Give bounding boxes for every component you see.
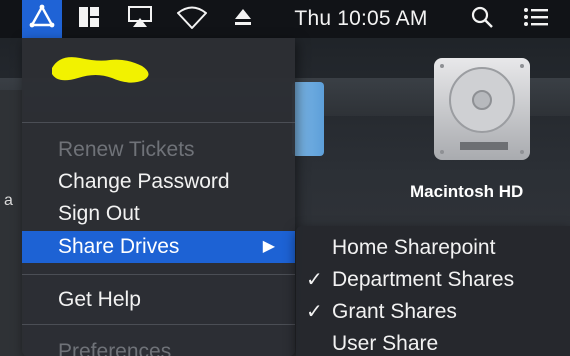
menu-item-renew-tickets: Renew Tickets — [58, 138, 195, 161]
list-icon — [523, 7, 549, 32]
drive-label: Macintosh HD — [410, 182, 524, 201]
eject-icon — [233, 7, 253, 32]
airplay-icon — [127, 5, 153, 34]
submenu-item-label: Department Shares — [332, 268, 515, 291]
notification-center-item[interactable] — [514, 0, 558, 38]
eject-status-item[interactable] — [226, 0, 260, 38]
checkmark-icon: ✓ — [306, 301, 323, 323]
menu-bar-clock[interactable]: Thu 10:05 AM — [278, 0, 444, 38]
checkmark-icon: ✓ — [306, 269, 323, 291]
submenu-item-home-sharepoint[interactable]: Home Sharepoint — [296, 232, 570, 264]
layout-grid-icon — [78, 6, 100, 33]
submenu-item-label: Grant Shares — [332, 300, 457, 323]
menu-item-preferences: Preferences — [58, 340, 172, 356]
app-status-item[interactable] — [22, 0, 62, 38]
hard-drive-icon — [434, 58, 530, 160]
menu-separator — [22, 122, 295, 123]
spotlight-status-item[interactable] — [462, 0, 502, 38]
partial-text: a — [4, 192, 13, 209]
share-drives-submenu: Home Sharepoint ✓ Department Shares ✓ Gr… — [296, 226, 570, 356]
menu-item-label: Share Drives — [58, 235, 180, 258]
menu-bar: Thu 10:05 AM — [0, 0, 570, 38]
redacted-username — [52, 57, 149, 83]
folder-icon[interactable] — [292, 82, 324, 156]
menu-separator — [22, 274, 295, 275]
menu-separator — [22, 324, 295, 325]
submenu-item-department-shares[interactable]: ✓ Department Shares — [296, 264, 570, 296]
app-triangle-icon — [29, 4, 55, 35]
submenu-arrow-icon: ▶ — [262, 238, 275, 255]
search-icon — [470, 5, 494, 34]
wifi-status-item[interactable] — [170, 0, 214, 38]
macintosh-hd-drive[interactable]: Macintosh HD — [404, 50, 554, 201]
background-window-edge: a — [0, 90, 24, 356]
menu-item-sign-out[interactable]: Sign Out — [22, 198, 295, 230]
airplay-status-item[interactable] — [120, 0, 160, 38]
menu-item-share-drives[interactable]: Share Drives ▶ — [22, 231, 295, 263]
submenu-item-user-share[interactable]: User Share — [296, 328, 570, 356]
status-dropdown-menu: Renew Tickets Change Password Sign Out S… — [22, 38, 295, 356]
wifi-icon — [176, 4, 208, 35]
submenu-item-label: Home Sharepoint — [332, 236, 496, 259]
submenu-item-label: User Share — [332, 332, 439, 355]
menu-item-get-help[interactable]: Get Help — [22, 284, 295, 316]
layout-status-item[interactable] — [72, 0, 106, 38]
submenu-item-grant-shares[interactable]: ✓ Grant Shares — [296, 296, 570, 328]
menu-item-change-password[interactable]: Change Password — [22, 166, 295, 198]
